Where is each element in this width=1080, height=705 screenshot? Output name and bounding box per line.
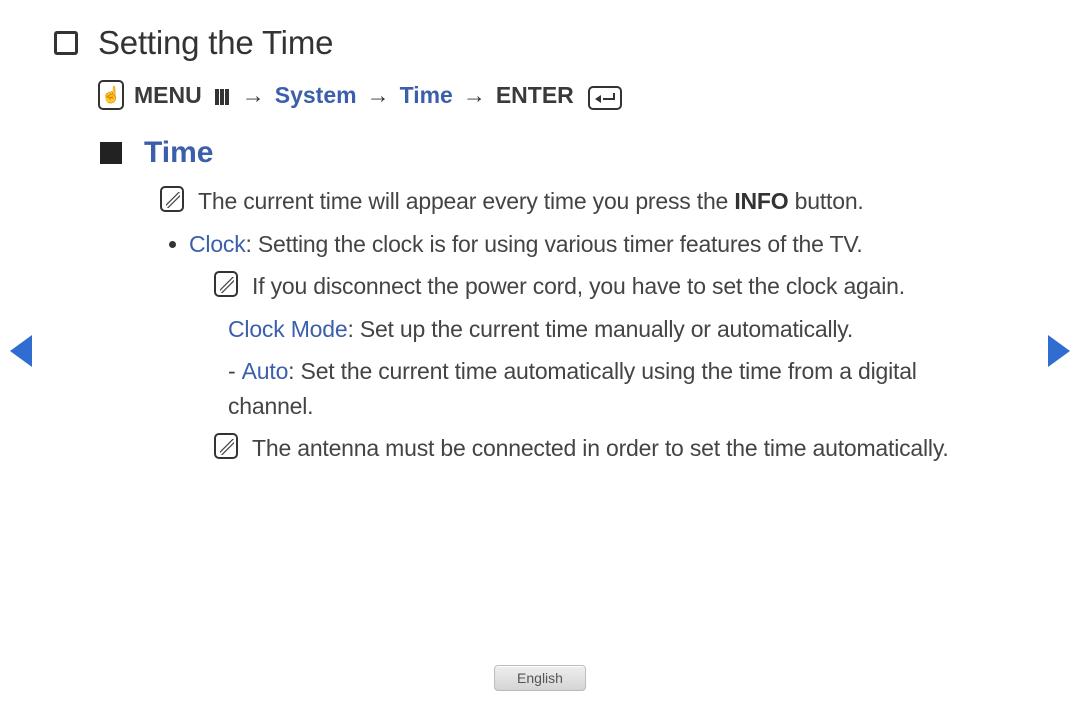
breadcrumb: ☝ MENU → System → Time → ENTER: [98, 80, 1020, 110]
title-row: Setting the Time: [60, 24, 1020, 62]
arrow-icon: →: [242, 82, 265, 109]
arrow-icon: →: [367, 82, 390, 109]
arrow-icon: →: [463, 82, 486, 109]
clock-disconnect-note: If you disconnect the power cord, you ha…: [214, 269, 990, 304]
breadcrumb-system: System: [275, 82, 357, 109]
breadcrumb-enter: ENTER: [496, 82, 574, 109]
auto-text: : Set the current time automatically usi…: [228, 358, 917, 419]
note-text-suffix: button.: [788, 188, 863, 214]
note-info-line: The current time will appear every time …: [160, 184, 990, 219]
clock-mode-label: Clock Mode: [228, 316, 347, 342]
dash: -: [228, 358, 242, 384]
menu-grid-icon: [212, 88, 232, 106]
manual-page: Setting the Time ☝ MENU → System → Time …: [0, 0, 1080, 705]
clock-label: Clock: [189, 231, 246, 257]
section-heading-row: Time: [100, 136, 1020, 170]
clock-line: Clock: Setting the clock is for using va…: [160, 227, 990, 262]
note-text: The antenna must be connected in order t…: [252, 431, 949, 466]
section-title: Time: [144, 136, 213, 170]
page-title: Setting the Time: [98, 24, 333, 62]
note-icon: [214, 271, 238, 297]
auto-line: - Auto: Set the current time automatical…: [214, 354, 990, 423]
note-icon: [214, 433, 238, 459]
clock-mode-text: : Set up the current time manually or au…: [347, 316, 853, 342]
clock-text: : Setting the clock is for using various…: [246, 231, 863, 257]
content-body: The current time will appear every time …: [160, 184, 1020, 466]
note-icon: [160, 186, 184, 212]
enter-key-icon: [588, 86, 622, 110]
auto-label: Auto: [242, 358, 289, 384]
chapter-bullet-icon: [54, 31, 78, 55]
prev-page-button[interactable]: [10, 335, 32, 367]
language-badge[interactable]: English: [494, 665, 586, 691]
clock-mode-line: Clock Mode: Set up the current time manu…: [214, 312, 990, 347]
breadcrumb-time: Time: [400, 82, 453, 109]
info-button-label: INFO: [734, 188, 788, 214]
note-text: If you disconnect the power cord, you ha…: [252, 269, 905, 304]
square-bullet-icon: [100, 142, 122, 164]
remote-hand-icon: ☝: [98, 80, 124, 110]
bullet-icon: [169, 241, 176, 248]
breadcrumb-menu: MENU: [134, 82, 202, 109]
note-text: The current time will appear every time …: [198, 188, 734, 214]
antenna-note: The antenna must be connected in order t…: [214, 431, 990, 466]
next-page-button[interactable]: [1048, 335, 1070, 367]
